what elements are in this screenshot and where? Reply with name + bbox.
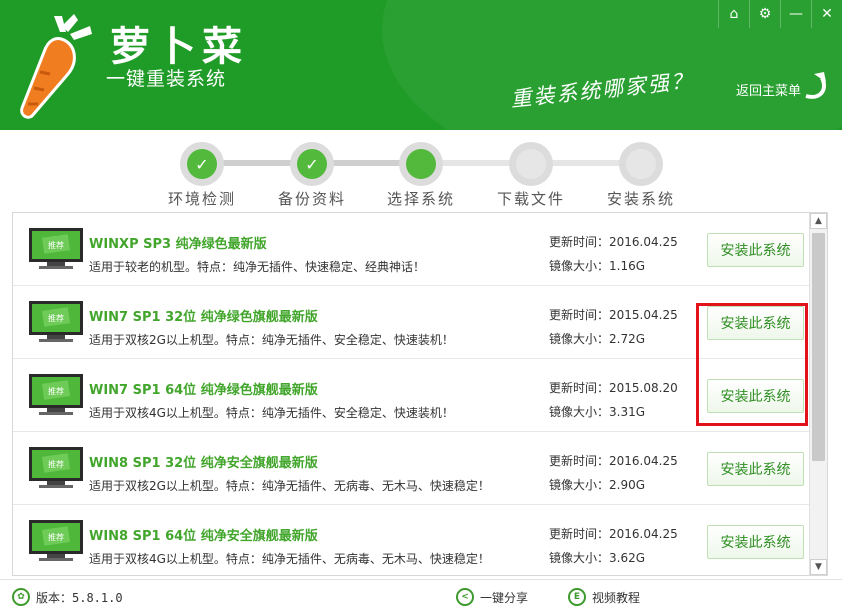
recommend-badge: 推荐 (48, 459, 64, 469)
system-desc: 适用于较老的机型。特点：纯净无插件、快速稳定、经典神话！ (89, 260, 426, 274)
list-item: 推荐 WIN7 SP1 32位 纯净绿色旗舰最新版 适用于双核2G以上机型。特点… (13, 286, 809, 359)
image-size: 镜像大小：1.16G (549, 259, 646, 273)
update-time: 更新时间：2016.04.25 (549, 527, 678, 541)
close-icon[interactable]: ✕ (811, 0, 842, 28)
install-system-button[interactable]: 安装此系统 (707, 306, 804, 340)
step-select-system (399, 142, 443, 186)
monitor-icon: 推荐 (29, 301, 83, 342)
update-time: 更新时间：2016.04.25 (549, 235, 678, 249)
image-size: 镜像大小：3.62G (549, 551, 646, 565)
update-time: 更新时间：2016.04.25 (549, 454, 678, 468)
step-label: 安装系统 (606, 190, 675, 208)
tutorial-label: 视频教程 (592, 590, 641, 605)
progress-steps: ✓ 环境检测 ✓ 备份资料 选择系统 下载文件 安装系统 (0, 130, 842, 212)
scrollbar[interactable]: ▲ ▼ (809, 213, 827, 575)
step-label: 备份资料 (277, 190, 346, 208)
install-system-button[interactable]: 安装此系统 (707, 525, 804, 559)
system-title: WIN8 SP1 64位 纯净安全旗舰最新版 (89, 529, 318, 544)
install-system-button[interactable]: 安装此系统 (707, 233, 804, 267)
system-desc: 适用于双核2G以上机型。特点：纯净无插件、安全稳定、快速装机！ (89, 333, 454, 347)
header: 萝卜菜 一键重装系统 重装系统哪家强？ 返回主菜单 ⌂ ⚙ — ✕ (0, 0, 842, 130)
system-desc: 适用于双核4G以上机型。特点：纯净无插件、无病毒、无木马、快速稳定！ (89, 552, 490, 566)
brand-subtitle: 一键重装系统 (106, 68, 227, 90)
step-label: 下载文件 (496, 190, 565, 208)
version-text: 版本：5.8.1.0 (36, 590, 123, 605)
list-item: 推荐 WINXP SP3 纯净绿色最新版 适用于较老的机型。特点：纯净无插件、快… (13, 213, 809, 286)
list-item: 推荐 WIN8 SP1 64位 纯净安全旗舰最新版 适用于双核4G以上机型。特点… (13, 505, 809, 575)
system-title: WIN7 SP1 64位 纯净绿色旗舰最新版 (89, 383, 318, 398)
step-install (619, 142, 663, 186)
back-arrow-icon[interactable] (800, 66, 832, 106)
home-icon[interactable]: ⌂ (718, 0, 749, 28)
scroll-up-icon[interactable]: ▲ (810, 213, 827, 229)
check-icon: ✓ (297, 149, 327, 179)
slogan: 重装系统哪家强？ (509, 68, 695, 112)
window-controls: ⌂ ⚙ — ✕ (718, 0, 842, 28)
tutorial-icon: E (568, 588, 586, 606)
list-item: 推荐 WIN8 SP1 32位 纯净安全旗舰最新版 适用于双核2G以上机型。特点… (13, 432, 809, 505)
install-system-button[interactable]: 安装此系统 (707, 452, 804, 486)
list-item: 推荐 WIN7 SP1 64位 纯净绿色旗舰最新版 适用于双核4G以上机型。特点… (13, 359, 809, 432)
scroll-down-icon[interactable]: ▼ (810, 559, 827, 575)
step-backup: ✓ (290, 142, 334, 186)
update-time: 更新时间：2015.04.25 (549, 308, 678, 322)
share-icon: < (456, 588, 474, 606)
carrot-logo-icon (20, 14, 92, 119)
footer: ✿ 版本：5.8.1.0 < 一键分享 E 视频教程 (0, 579, 842, 613)
scroll-thumb[interactable] (812, 233, 825, 461)
version-info: ✿ 版本：5.8.1.0 (12, 588, 123, 606)
recommend-badge: 推荐 (48, 313, 64, 323)
image-size: 镜像大小：3.31G (549, 405, 646, 419)
system-list: 推荐 WINXP SP3 纯净绿色最新版 适用于较老的机型。特点：纯净无插件、快… (12, 212, 828, 576)
check-icon: ✓ (187, 149, 217, 179)
share-button[interactable]: < 一键分享 (456, 588, 528, 606)
gear-icon[interactable]: ⚙ (749, 0, 780, 28)
share-label: 一键分享 (480, 590, 529, 605)
recommend-badge: 推荐 (48, 532, 64, 542)
system-desc: 适用于双核4G以上机型。特点：纯净无插件、安全稳定、快速装机！ (89, 406, 454, 420)
system-title: WIN8 SP1 32位 纯净安全旗舰最新版 (89, 456, 318, 471)
step-download (509, 142, 553, 186)
image-size: 镜像大小：2.90G (549, 478, 646, 492)
monitor-icon: 推荐 (29, 520, 83, 561)
monitor-icon: 推荐 (29, 228, 83, 269)
recommend-badge: 推荐 (48, 386, 64, 396)
back-main-menu-link[interactable]: 返回主菜单 (736, 80, 801, 99)
system-desc: 适用于双核2G以上机型。特点：纯净无插件、无病毒、无木马、快速稳定！ (89, 479, 490, 493)
recommend-badge: 推荐 (48, 240, 64, 250)
leaf-icon: ✿ (12, 588, 30, 606)
minimize-icon[interactable]: — (780, 0, 811, 28)
system-title: WIN7 SP1 32位 纯净绿色旗舰最新版 (89, 310, 318, 325)
video-tutorial-button[interactable]: E 视频教程 (568, 588, 640, 606)
install-system-button[interactable]: 安装此系统 (707, 379, 804, 413)
update-time: 更新时间：2015.08.20 (549, 381, 678, 395)
step-label: 选择系统 (386, 190, 455, 208)
step-label: 环境检测 (167, 190, 236, 208)
monitor-icon: 推荐 (29, 447, 83, 488)
image-size: 镜像大小：2.72G (549, 332, 646, 346)
step-env-check: ✓ (180, 142, 224, 186)
monitor-icon: 推荐 (29, 374, 83, 415)
system-title: WINXP SP3 纯净绿色最新版 (89, 237, 267, 252)
